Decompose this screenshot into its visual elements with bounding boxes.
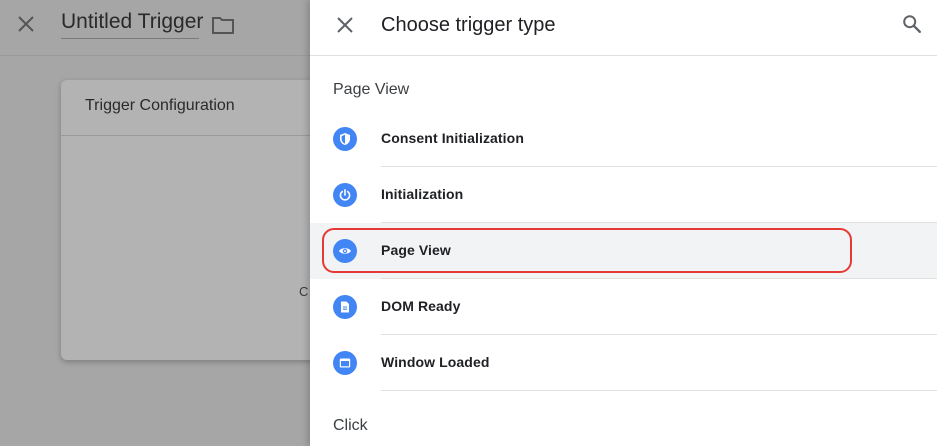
- power-icon: [333, 183, 357, 207]
- trigger-type-initialization[interactable]: Initialization: [310, 167, 937, 223]
- trigger-name-field[interactable]: Untitled Trigger: [61, 10, 203, 39]
- search-icon[interactable]: [901, 13, 923, 35]
- divider: [381, 390, 937, 391]
- panel-title: Choose trigger type: [381, 14, 556, 36]
- section-label-page-view: Page View: [333, 81, 410, 98]
- folder-icon[interactable]: [211, 14, 235, 36]
- close-icon[interactable]: [14, 12, 38, 36]
- panel-header: Choose trigger type: [310, 0, 937, 56]
- trigger-type-label: DOM Ready: [381, 298, 461, 314]
- shield-icon: [333, 127, 357, 151]
- trigger-type-window-loaded[interactable]: Window Loaded: [310, 335, 937, 391]
- choose-trigger-type-panel: Choose trigger type Page View Consent In…: [310, 0, 937, 446]
- section-label-click: Click: [333, 417, 368, 434]
- trigger-type-label: Consent Initialization: [381, 130, 524, 146]
- trigger-type-label: Initialization: [381, 186, 464, 202]
- card-placeholder-text: C: [299, 284, 309, 299]
- trigger-type-consent-initialization[interactable]: Consent Initialization: [310, 111, 937, 167]
- close-icon[interactable]: [333, 13, 357, 37]
- trigger-type-dom-ready[interactable]: DOM Ready: [310, 279, 937, 335]
- document-icon: [333, 295, 357, 319]
- window-icon: [333, 351, 357, 375]
- trigger-type-label: Window Loaded: [381, 354, 490, 370]
- highlight-outline: [322, 228, 852, 273]
